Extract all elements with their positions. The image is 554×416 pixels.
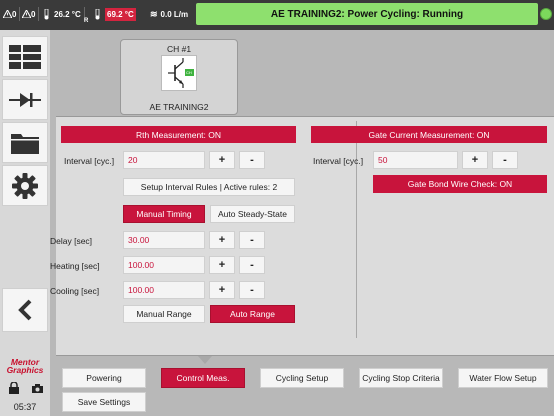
gear-icon <box>12 172 38 199</box>
channel-badge: CH <box>186 70 192 75</box>
sidebar-settings-button[interactable] <box>2 165 48 206</box>
alarm-indicator: 0 <box>3 7 21 21</box>
rth-interval-plus-button[interactable]: + <box>209 151 235 169</box>
ambient-temp-indicator: 26.2 °C <box>43 7 85 21</box>
channel-number: CH #1 <box>166 44 192 54</box>
sidebar-files-button[interactable] <box>2 122 48 163</box>
heating-plus-button[interactable]: + <box>209 256 235 274</box>
thermometer-icon <box>44 8 49 19</box>
heating-label: Heating [sec] <box>50 261 100 271</box>
auto-steady-state-button[interactable]: Auto Steady-State <box>210 205 295 223</box>
top-status-bar: 0 0 26.2 °C 69.2 °C R ≋ 0.0 L/m AE TRAIN… <box>0 0 554 30</box>
cooling-input[interactable]: 100.00 <box>123 281 205 299</box>
grid-view-icon <box>9 44 41 69</box>
rth-interval-input[interactable]: 20 <box>123 151 205 169</box>
tab-powering[interactable]: Powering <box>62 368 146 388</box>
manual-timing-button[interactable]: Manual Timing <box>123 205 205 223</box>
gate-interval-plus-button[interactable]: + <box>462 151 488 169</box>
sidebar-device-button[interactable] <box>2 79 48 120</box>
delay-input[interactable]: 30.00 <box>123 231 205 249</box>
warning-triangle-icon <box>22 10 31 18</box>
clock-time: 05:37 <box>13 402 37 412</box>
tab-cycling-setup[interactable]: Cycling Setup <box>260 368 344 388</box>
panel-pointer <box>198 356 212 364</box>
tab-water-flow-setup[interactable]: Water Flow Setup <box>458 368 548 388</box>
measurement-panel: Rth Measurement: ON Interval [cyc.] 20 +… <box>50 116 554 356</box>
flow-indicator: ≋ 0.0 L/m <box>150 7 188 21</box>
gate-bond-wire-check-toggle[interactable]: Gate Bond Wire Check: ON <box>373 175 547 193</box>
delay-label: Delay [sec] <box>50 236 93 246</box>
rth-header-label: Rth Measurement: ON <box>135 129 222 140</box>
cooling-plus-button[interactable]: + <box>209 281 235 299</box>
rth-interval-minus-button[interactable]: - <box>239 151 265 169</box>
flow-wave-icon: ≋ <box>150 8 158 19</box>
thermometer-icon <box>95 8 100 19</box>
coolant-temp-badge: 69.2 °C <box>105 7 136 21</box>
sidebar: Mentor Graphics 05:37 <box>0 30 50 416</box>
warning-indicator: 0 <box>22 7 40 21</box>
delay-plus-button[interactable]: + <box>209 231 235 249</box>
rth-measurement-toggle[interactable]: Rth Measurement: ON <box>61 126 296 143</box>
alarm-triangle-icon <box>3 10 12 18</box>
save-settings-button[interactable]: Save Settings <box>62 392 146 412</box>
channel-card[interactable]: CH #1 CH AE TRAINING2 <box>120 39 238 115</box>
chevron-left-icon <box>18 299 32 321</box>
heating-minus-button[interactable]: - <box>239 256 265 274</box>
channel-name: AE TRAINING2 <box>149 102 209 112</box>
coolant-temp-indicator: 69.2 °C <box>94 7 136 21</box>
gate-current-measurement-toggle[interactable]: Gate Current Measurement: ON <box>311 126 547 143</box>
transistor-icon: CH <box>161 55 197 91</box>
auto-range-button[interactable]: Auto Range <box>210 305 295 323</box>
gate-interval-minus-button[interactable]: - <box>492 151 518 169</box>
camera-icon[interactable] <box>32 384 43 393</box>
run-status-text: AE TRAINING2: Power Cycling: Running <box>270 8 464 20</box>
rth-interval-label: Interval [cyc.] <box>64 156 115 166</box>
tab-cycling-stop-criteria[interactable]: Cycling Stop Criteria <box>359 368 443 388</box>
sidebar-dashboard-button[interactable] <box>2 36 48 77</box>
r-label: R <box>84 18 89 24</box>
tab-control-meas[interactable]: Control Meas. <box>161 368 245 388</box>
heating-input[interactable]: 100.00 <box>123 256 205 274</box>
ambient-temp-value: 26.2 °C <box>54 9 81 19</box>
gate-header-label: Gate Current Measurement: ON <box>368 129 490 140</box>
gate-interval-label: Interval [cyc.] <box>313 156 364 166</box>
panel-divider <box>356 121 357 338</box>
run-status-bar[interactable]: AE TRAINING2: Power Cycling: Running <box>196 3 538 25</box>
flow-value: 0.0 L/m <box>160 9 189 19</box>
diode-icon <box>9 92 41 107</box>
lock-icon[interactable] <box>9 382 19 394</box>
gate-interval-input[interactable]: 50 <box>373 151 458 169</box>
alarm-count: 0 <box>12 9 17 19</box>
sidebar-back-button[interactable] <box>2 288 48 332</box>
r-marker: R <box>84 14 88 28</box>
folder-icon <box>11 133 39 154</box>
setup-interval-rules-button[interactable]: Setup Interval Rules | Active rules: 2 <box>123 178 295 196</box>
coolant-temp-value: 69.2 °C <box>107 9 134 19</box>
mentor-graphics-logo: Mentor Graphics <box>3 358 47 375</box>
gate-bond-label: Gate Bond Wire Check: ON <box>407 179 513 189</box>
manual-range-button[interactable]: Manual Range <box>123 305 205 323</box>
warning-count: 0 <box>31 9 36 19</box>
delay-minus-button[interactable]: - <box>239 231 265 249</box>
cooling-label: Cooling [sec] <box>50 286 100 296</box>
cooling-minus-button[interactable]: - <box>239 281 265 299</box>
logo-line-2: Graphics <box>6 365 44 375</box>
status-led-icon <box>540 8 552 20</box>
